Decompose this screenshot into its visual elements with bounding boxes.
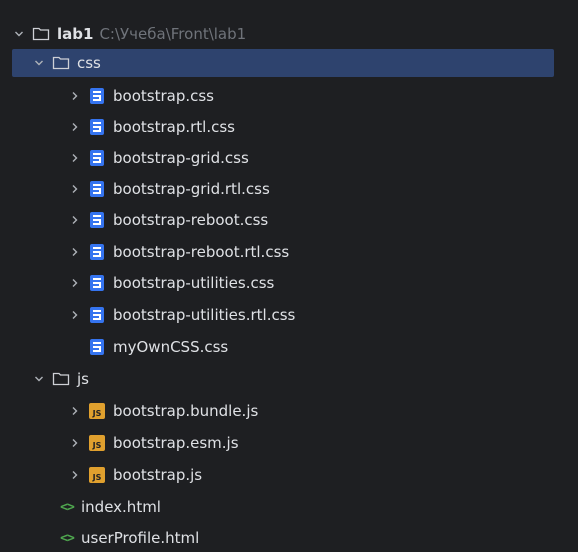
chevron-right-icon[interactable]: [68, 113, 82, 141]
tree-item-html-file[interactable]: <> index.html: [12, 493, 554, 521]
tree-item-js-file[interactable]: JS bootstrap.esm.js: [12, 429, 554, 457]
js-file-icon: JS: [88, 402, 106, 420]
tree-item-html-file[interactable]: <> userProfile.html: [12, 524, 554, 552]
css-file-icon: [88, 87, 106, 105]
tree-item-css-file[interactable]: bootstrap-grid.css: [12, 144, 554, 172]
project-tree: lab1 C:\Учеба\Front\lab1 css bootstrap.c…: [0, 0, 578, 552]
tree-item-css-file[interactable]: bootstrap-grid.rtl.css: [12, 175, 554, 203]
file-label: bootstrap.css: [113, 87, 214, 105]
js-file-icon: JS: [88, 434, 106, 452]
css-file-icon: [88, 180, 106, 198]
file-label: index.html: [81, 498, 161, 516]
chevron-down-icon[interactable]: [32, 365, 46, 393]
folder-icon: [52, 370, 70, 388]
css-file-icon: [88, 306, 106, 324]
folder-icon: [32, 25, 50, 43]
file-label: bootstrap.rtl.css: [113, 118, 235, 136]
project-name: lab1: [57, 25, 94, 43]
tree-item-js-file[interactable]: JS bootstrap.js: [12, 461, 554, 489]
js-file-icon: JS: [88, 466, 106, 484]
tree-item-css-folder[interactable]: css: [12, 49, 554, 77]
css-file-icon: [88, 118, 106, 136]
chevron-right-icon[interactable]: [68, 238, 82, 266]
file-label: bootstrap-reboot.rtl.css: [113, 243, 290, 261]
file-label: myOwnCSS.css: [113, 338, 229, 356]
chevron-right-icon[interactable]: [68, 269, 82, 297]
folder-label: css: [77, 54, 101, 72]
file-label: bootstrap.js: [113, 466, 203, 484]
tree-item-js-file[interactable]: JS bootstrap.bundle.js: [12, 397, 554, 425]
project-path: C:\Учеба\Front\lab1: [99, 25, 247, 43]
tree-item-css-file[interactable]: bootstrap-reboot.rtl.css: [12, 238, 554, 266]
tree-item-js-folder[interactable]: js: [12, 365, 554, 393]
tree-item-css-file[interactable]: bootstrap-reboot.css: [12, 206, 554, 234]
css-file-icon: [88, 338, 106, 356]
chevron-right-icon[interactable]: [68, 301, 82, 329]
file-label: bootstrap-grid.css: [113, 149, 249, 167]
file-label: userProfile.html: [81, 529, 200, 547]
folder-icon: [52, 54, 70, 72]
css-file-icon: [88, 274, 106, 292]
chevron-right-icon[interactable]: [68, 82, 82, 110]
chevron-right-icon[interactable]: [68, 397, 82, 425]
chevron-right-icon[interactable]: [68, 461, 82, 489]
chevron-down-icon[interactable]: [32, 49, 46, 77]
chevron-right-icon[interactable]: [68, 206, 82, 234]
css-file-icon: [88, 149, 106, 167]
file-label: bootstrap.esm.js: [113, 434, 239, 452]
css-file-icon: [88, 211, 106, 229]
file-label: bootstrap-utilities.rtl.css: [113, 306, 296, 324]
tree-item-css-file[interactable]: myOwnCSS.css: [12, 333, 554, 361]
css-file-icon: [88, 243, 106, 261]
tree-item-css-file[interactable]: bootstrap.rtl.css: [12, 113, 554, 141]
chevron-right-icon[interactable]: [68, 429, 82, 457]
file-label: bootstrap-grid.rtl.css: [113, 180, 270, 198]
html-file-icon: <>: [60, 499, 75, 515]
chevron-right-icon[interactable]: [68, 144, 82, 172]
html-file-icon: <>: [60, 530, 75, 546]
chevron-right-icon[interactable]: [68, 175, 82, 203]
tree-item-lab1[interactable]: lab1 C:\Учеба\Front\lab1: [12, 20, 554, 48]
file-label: bootstrap-reboot.css: [113, 211, 269, 229]
tree-item-css-file[interactable]: bootstrap-utilities.rtl.css: [12, 301, 554, 329]
folder-label: js: [77, 370, 89, 388]
file-label: bootstrap.bundle.js: [113, 402, 259, 420]
chevron-down-icon[interactable]: [12, 20, 26, 48]
tree-item-css-file[interactable]: bootstrap-utilities.css: [12, 269, 554, 297]
tree-item-css-file[interactable]: bootstrap.css: [12, 82, 554, 110]
file-label: bootstrap-utilities.css: [113, 274, 275, 292]
